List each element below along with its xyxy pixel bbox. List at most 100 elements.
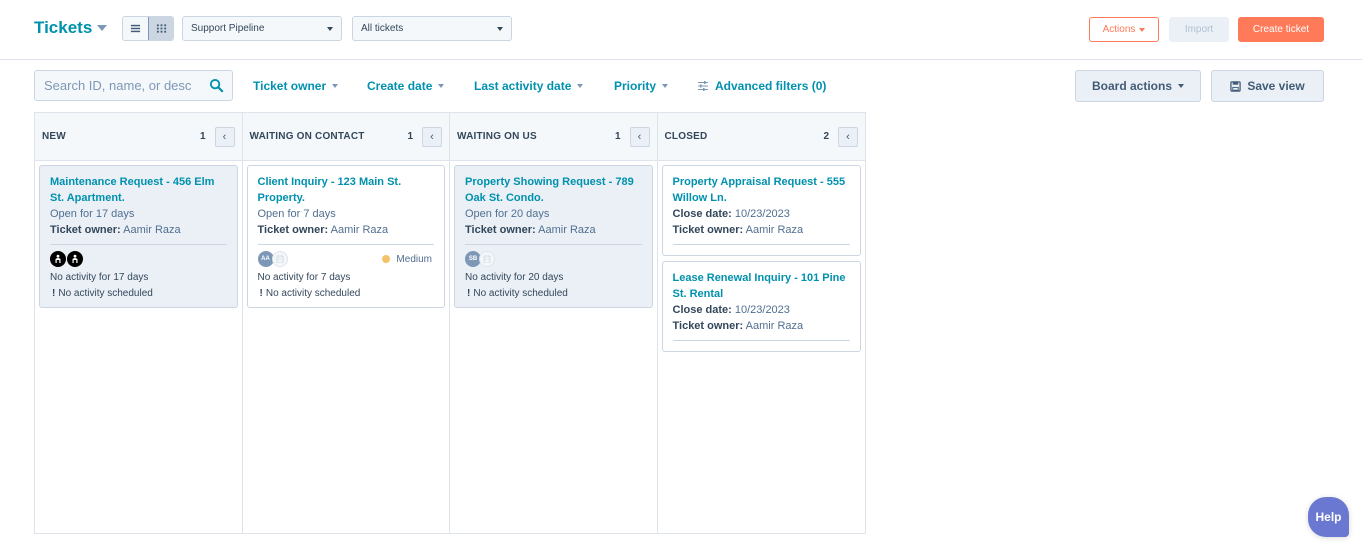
save-view-button[interactable]: Save view xyxy=(1211,70,1324,102)
create-date-filter[interactable]: Create date xyxy=(367,79,445,93)
view-select[interactable]: All tickets xyxy=(352,16,512,41)
create-date-filter-label: Create date xyxy=(367,79,433,93)
object-switcher[interactable]: Tickets xyxy=(34,18,108,38)
close-date: Close date: 10/23/2023 xyxy=(673,206,851,222)
priority-label: Medium xyxy=(396,253,432,265)
search-input[interactable] xyxy=(44,78,194,93)
ticket-status: Open for 7 days xyxy=(257,208,336,220)
column-count: 1 xyxy=(407,131,413,142)
contact-avatar[interactable] xyxy=(67,251,83,267)
ticket-owner-label: Ticket owner: xyxy=(257,224,329,236)
import-button[interactable]: Import xyxy=(1169,17,1229,42)
search-icon[interactable] xyxy=(209,78,224,93)
column-count: 2 xyxy=(823,131,829,142)
ticket-owner: Ticket owner: Aamir Raza xyxy=(673,318,851,334)
board-actions-button[interactable]: Board actions xyxy=(1075,70,1201,102)
pipeline-select[interactable]: Support Pipeline xyxy=(182,16,342,41)
ticket-owner-value: Aamir Raza xyxy=(123,224,181,236)
view-select-value: All tickets xyxy=(361,23,404,34)
caret-down-icon xyxy=(1139,27,1146,32)
ticket-owner: Ticket owner: Aamir Raza xyxy=(50,222,227,238)
next-activity-text: No activity scheduled xyxy=(58,288,153,299)
pipeline-select-value: Support Pipeline xyxy=(191,23,265,34)
ticket-card[interactable]: Lease Renewal Inquiry - 101 Pine St. Ren… xyxy=(661,261,861,352)
caret-down-icon xyxy=(332,84,339,88)
ticket-owner-value: Aamir Raza xyxy=(330,224,389,236)
card-divider xyxy=(257,244,434,245)
column-header: CLOSED 2 ‹ xyxy=(657,113,865,161)
ticket-title-link[interactable]: Property Showing Request - 789 Oak St. C… xyxy=(465,174,642,206)
column-title: CLOSED xyxy=(664,131,708,142)
associations: SB xyxy=(465,250,642,268)
card-divider xyxy=(672,244,850,245)
caret-down-icon xyxy=(497,26,503,31)
collapse-column-button[interactable]: ‹ xyxy=(838,126,858,147)
next-activity: ! No activity scheduled xyxy=(50,286,227,302)
column-header: NEW 1 ‹ xyxy=(35,113,242,161)
ticket-card[interactable]: Maintenance Request - 456 Elm St. Apartm… xyxy=(39,165,238,308)
company-avatar[interactable] xyxy=(479,251,495,267)
collapse-column-button[interactable]: ‹ xyxy=(629,126,650,147)
ticket-card[interactable]: Client Inquiry - 123 Main St. Property. … xyxy=(246,165,445,308)
board-column-new: NEW 1 ‹ Maintenance Request - 456 Elm St… xyxy=(35,113,243,533)
advanced-filters-label: Advanced filters (0) xyxy=(715,79,827,93)
list-view-button[interactable] xyxy=(123,17,148,40)
ticket-title-link[interactable]: Client Inquiry - 123 Main St. Property. xyxy=(258,174,435,206)
actions-button[interactable]: Actions xyxy=(1089,17,1159,42)
priority-filter-label: Priority xyxy=(614,79,657,93)
column-body: Maintenance Request - 456 Elm St. Apartm… xyxy=(35,161,242,312)
board-column-waiting-on-contact: WAITING ON CONTACT 1 ‹ Client Inquiry - … xyxy=(242,113,450,533)
create-ticket-button[interactable]: Create ticket xyxy=(1238,17,1324,42)
card-divider xyxy=(50,244,227,245)
person-icon xyxy=(55,254,61,263)
ticket-status: Open for 17 days xyxy=(50,208,135,220)
ticket-title-link[interactable]: Lease Renewal Inquiry - 101 Pine St. Ren… xyxy=(673,270,851,302)
column-count: 1 xyxy=(199,131,206,142)
caret-down-icon xyxy=(577,84,584,88)
person-icon xyxy=(72,254,78,263)
ticket-owner-filter[interactable]: Ticket owner xyxy=(253,79,339,93)
collapse-column-button[interactable]: ‹ xyxy=(214,126,235,147)
last-activity: No activity for 20 days xyxy=(465,272,564,283)
column-count: 1 xyxy=(614,131,621,142)
column-body: Property Appraisal Request - 555 Willow … xyxy=(658,161,866,356)
grid-icon xyxy=(156,24,166,33)
advanced-filters-button[interactable]: Advanced filters (0) xyxy=(697,79,826,93)
import-label: Import xyxy=(1184,24,1214,35)
collapse-column-button[interactable]: ‹ xyxy=(422,126,442,147)
ticket-card[interactable]: Property Appraisal Request - 555 Willow … xyxy=(661,165,861,256)
close-date-label: Close date: xyxy=(672,304,732,316)
save-view-label: Save view xyxy=(1247,79,1305,93)
search-box xyxy=(34,70,233,101)
column-body: Property Showing Request - 789 Oak St. C… xyxy=(450,161,657,312)
contact-avatar[interactable] xyxy=(50,251,66,267)
warning-icon: ! xyxy=(259,288,263,299)
ticket-owner-label: Ticket owner: xyxy=(50,224,121,236)
ticket-title-link[interactable]: Property Appraisal Request - 555 Willow … xyxy=(673,174,851,206)
help-button[interactable]: Help xyxy=(1308,497,1349,537)
company-avatar[interactable] xyxy=(271,251,288,267)
column-title: WAITING ON CONTACT xyxy=(249,131,365,142)
next-activity-text: No activity scheduled xyxy=(473,288,568,299)
caret-down-icon xyxy=(327,26,333,31)
ticket-owner: Ticket owner: Aamir Raza xyxy=(465,222,642,238)
chevron-left-icon: ‹ xyxy=(637,130,642,143)
ticket-owner-value: Aamir Raza xyxy=(745,224,804,236)
board-view-button[interactable] xyxy=(148,17,173,40)
close-date: Close date: 10/23/2023 xyxy=(673,302,851,318)
ticket-owner-value: Aamir Raza xyxy=(538,224,596,236)
page-title: Tickets xyxy=(34,18,93,37)
ticket-title-link[interactable]: Maintenance Request - 456 Elm St. Apartm… xyxy=(50,174,227,206)
close-date-value: 10/23/2023 xyxy=(734,304,790,316)
priority-filter[interactable]: Priority xyxy=(614,79,669,93)
next-activity: ! No activity scheduled xyxy=(465,286,642,302)
caret-down-icon xyxy=(662,84,669,88)
ticket-card[interactable]: Property Showing Request - 789 Oak St. C… xyxy=(454,165,653,308)
caret-down-icon xyxy=(438,84,445,88)
ticket-status: Open for 20 days xyxy=(465,208,550,220)
column-header: WAITING ON US 1 ‹ xyxy=(450,113,657,161)
last-activity-date-filter[interactable]: Last activity date xyxy=(474,79,584,93)
sliders-icon xyxy=(698,81,708,91)
save-icon xyxy=(1230,80,1242,92)
board-column-closed: CLOSED 2 ‹ Property Appraisal Request - … xyxy=(657,113,866,533)
